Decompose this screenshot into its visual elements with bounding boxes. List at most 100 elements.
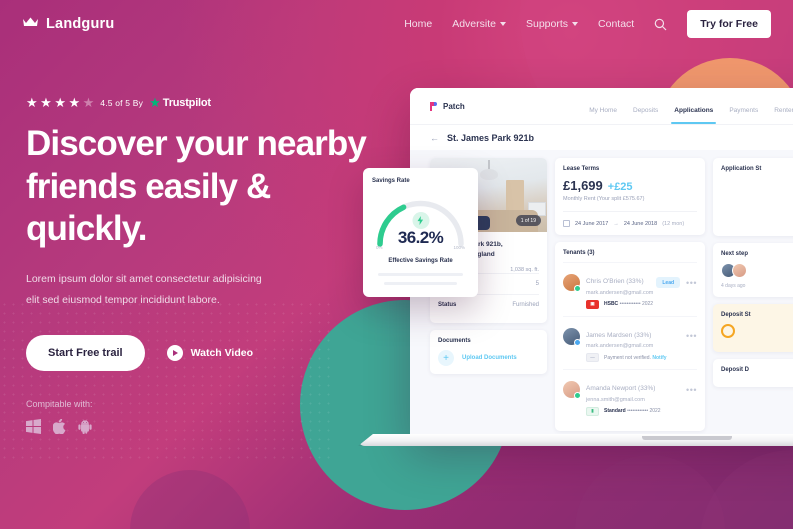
more-options-icon[interactable]: ••• [686, 385, 697, 395]
nav-item-adversite-label: Adversite [452, 18, 496, 30]
nav-links: Home Adversite Supports Contact Try for … [404, 10, 771, 38]
gauge-tick-min: 0% [376, 245, 383, 250]
avatar [732, 263, 747, 278]
os-icon-list [26, 419, 366, 435]
star-icon: ★ [68, 95, 81, 110]
star-rating: ★ ★ ★ ★ ★ [26, 96, 94, 109]
tenant-name: Amanda Newport (33%) [586, 385, 656, 392]
tenant-payment-status: Payment not verified. Notify [604, 354, 667, 361]
dashboard-tabs: My Home Deposits Applications Payments R… [589, 88, 793, 124]
application-status-title: Application St [721, 166, 762, 172]
start-free-trial-button[interactable]: Start Free trail [26, 335, 145, 372]
savings-rate-subtitle: Effective Savings Rate [388, 258, 453, 264]
tenants-title: Tenants (3) [563, 250, 595, 256]
upload-documents-button[interactable]: + Upload Documents [438, 350, 539, 367]
notify-link[interactable]: Notify [652, 355, 666, 361]
property-row-status-key: Status [438, 302, 457, 309]
brand-logo[interactable]: Landguru [22, 15, 114, 33]
tenant-share: (33%) [634, 331, 652, 339]
star-icon: ★ [26, 95, 38, 110]
lease-date-end: 24 June 2018 [623, 220, 658, 227]
documents-card: Documents + Upload Documents [430, 330, 547, 375]
watch-video-button[interactable]: Watch Video [166, 345, 253, 362]
arrow-left-icon[interactable]: ← [430, 133, 439, 143]
pending-status-icon [721, 324, 735, 338]
breadcrumb-title: St. James Park 921b [447, 132, 535, 143]
card-placeholder-icon: — [586, 353, 599, 362]
tenant-email: mark.andersen@gmail.com [586, 343, 654, 349]
application-status-card: Application St [713, 158, 793, 236]
trustpilot-rating: ★ ★ ★ ★ ★ 4.5 of 5 By ★ Trustpilot [26, 96, 366, 109]
dashboard-header: Patch My Home Deposits Applications Paym… [410, 88, 793, 124]
windows-icon[interactable] [26, 419, 41, 435]
placeholder-line [377, 273, 464, 276]
gauge-tick-max: 100% [453, 245, 465, 250]
brand-name: Landguru [46, 16, 115, 32]
android-icon[interactable] [78, 419, 92, 435]
placeholder-line [383, 282, 458, 285]
deposit-status-card: Deposit St [713, 304, 793, 352]
calendar-icon [563, 220, 570, 227]
tab-renter-pass[interactable]: Renter Pass [774, 107, 793, 124]
trustpilot-label: Trustpilot [162, 96, 211, 109]
laptop-notch [642, 436, 732, 440]
patch-logo[interactable]: Patch [430, 101, 465, 111]
compatible-label: Compitable with: [26, 399, 93, 410]
tenant-payment-row: — Payment not verified. Notify [586, 353, 697, 362]
tab-payments[interactable]: Payments [729, 107, 758, 124]
tenant-email: mark.andersen@gmail.com [586, 289, 654, 296]
patch-mark-icon [430, 101, 437, 111]
tenants-card: Tenants (3) Chris O'Brien (33%) mark.and… [555, 242, 705, 431]
tenant-row: James Mardsen (33%) mark.andersen@gmail.… [563, 315, 697, 370]
lease-tenants-column: Lease Terms £1,699 +£25 Monthly Rent (Yo… [555, 158, 705, 436]
star-icon: ★ [40, 95, 52, 110]
avatar [563, 327, 581, 346]
tenant-card-info: Standard •••••••••••• 2022 [604, 408, 661, 414]
hero-subtext-line2: elit sed eiusmod tempor incididunt labor… [26, 294, 220, 307]
tenant-email: jenna.smith@gmail.com [586, 396, 645, 403]
search-icon[interactable] [654, 18, 667, 31]
nav-item-supports[interactable]: Supports [526, 18, 579, 30]
more-options-icon[interactable]: ••• [686, 278, 697, 288]
more-options-icon[interactable]: ••• [686, 331, 697, 341]
next-step-timestamp: 4 days ago [721, 283, 746, 289]
nav-item-home-label: Home [404, 18, 433, 30]
standard-card-icon: ▮ [586, 406, 599, 416]
tenant-payment-row: ▮ Standard •••••••••••• 2022 [586, 406, 697, 416]
crown-icon [22, 15, 39, 33]
trustpilot-logo[interactable]: ★ Trustpilot [149, 96, 211, 109]
chevron-down-icon [500, 22, 506, 26]
property-row-bedrooms-value: 5 [535, 281, 539, 288]
cta-row: Start Free trail Watch Video [26, 335, 366, 372]
navbar: Landguru Home Adversite Supports Contact… [0, 0, 793, 48]
property-row-status-value: Furnished [512, 302, 539, 309]
nav-item-home[interactable]: Home [404, 18, 432, 30]
apple-icon[interactable] [53, 419, 66, 435]
nav-item-adversite[interactable]: Adversite [452, 18, 506, 30]
savings-rate-card: Savings Rate 36.2% 0% 100% Effective Sav… [363, 168, 478, 297]
breadcrumb: ← St. James Park 921b [410, 124, 793, 150]
savings-rate-title: Savings Rate [372, 178, 410, 184]
tab-deposits[interactable]: Deposits [633, 107, 658, 124]
next-step-title: Next step [721, 251, 749, 257]
arrow-right-icon: → [613, 220, 619, 227]
hsbc-card-icon: ▣ [586, 299, 599, 309]
tab-applications[interactable]: Applications [671, 107, 717, 124]
property-row-status: Status Furnished [438, 294, 539, 315]
try-for-free-button[interactable]: Try for Free [687, 10, 771, 38]
avatar [563, 274, 581, 293]
nav-item-contact[interactable]: Contact [598, 18, 634, 30]
tenant-share: (33%) [638, 385, 656, 392]
tab-my-home[interactable]: My Home [589, 107, 617, 124]
chevron-down-icon [572, 22, 579, 26]
next-step-avatars [721, 263, 793, 278]
hero-subtext: Lorem ipsum dolor sit amet consectetur a… [26, 269, 366, 311]
lease-rent-amount: £1,699 [563, 178, 603, 193]
decor-circle-purple-3 [130, 470, 250, 529]
star-icon: ★ [54, 95, 66, 110]
tenant-card-info: HSBC •••••••••••• 2022 [604, 301, 654, 307]
rating-text: 4.5 of 5 By [100, 97, 144, 108]
lease-terms-card: Lease Terms £1,699 +£25 Monthly Rent (Yo… [555, 158, 705, 235]
tenant-row: Amanda Newport (33%) jenna.smith@gmail.c… [563, 369, 697, 423]
tenant-name: James Mardsen (33%) [586, 331, 652, 339]
